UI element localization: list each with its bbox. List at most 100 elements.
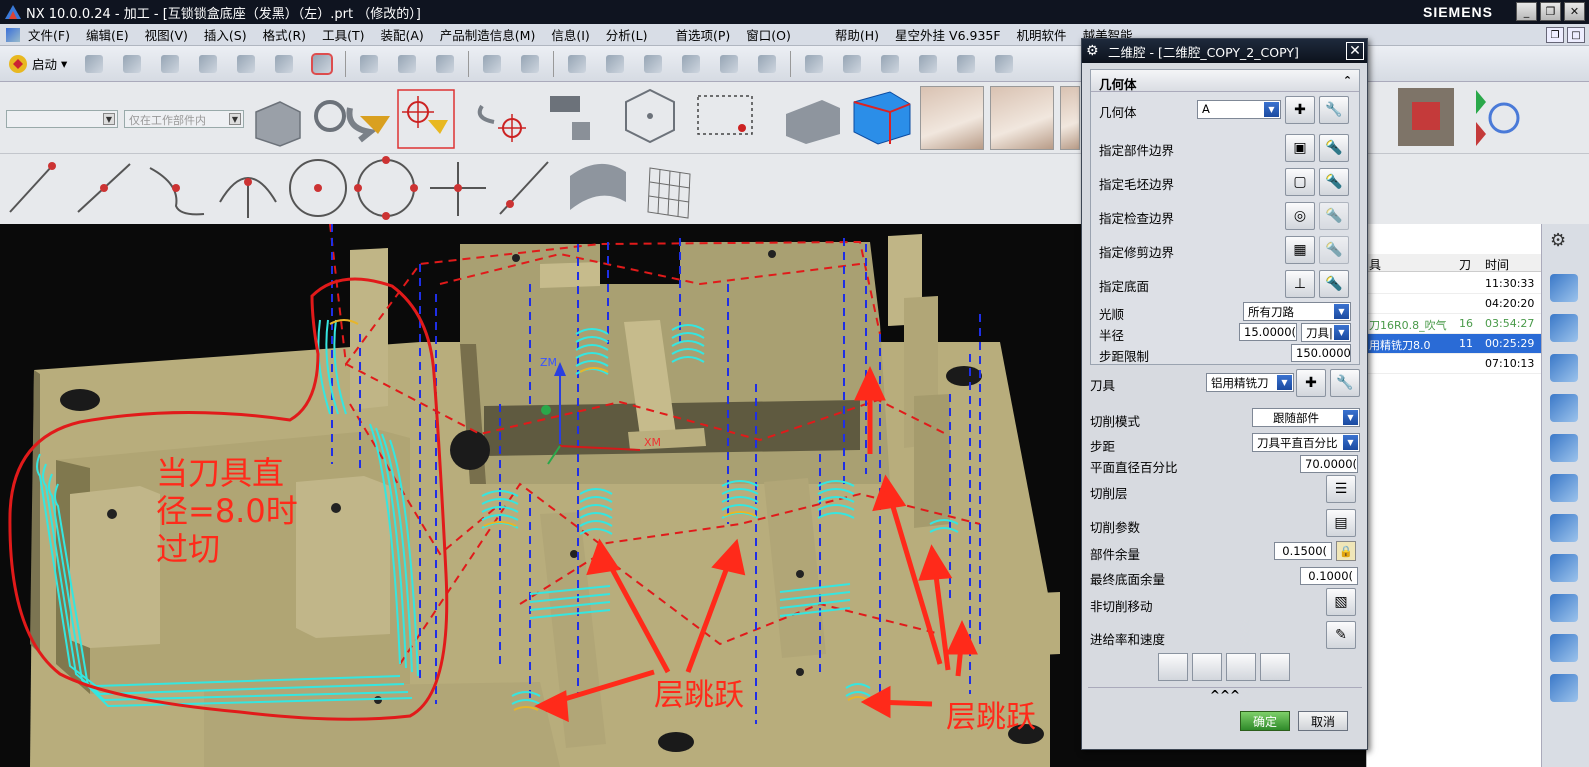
trim-boundary-select-button[interactable]: ▦ <box>1285 236 1315 264</box>
measure-icon[interactable] <box>720 54 739 73</box>
settings-gear-icon[interactable]: ⚙ <box>1550 230 1578 258</box>
type-filter-combo[interactable]: ▼ <box>6 110 118 128</box>
menu-insert[interactable]: 插入(S) <box>196 25 255 44</box>
surface-icon[interactable] <box>995 54 1014 73</box>
menu-help[interactable]: 帮助(H) <box>827 25 887 44</box>
tool-select[interactable]: 铝用精铣刀 ▼ <box>1206 373 1294 392</box>
navigator-row[interactable]: 11:30:33 <box>1367 274 1542 294</box>
ruler-icon[interactable] <box>758 54 777 73</box>
blank-boundary-select-button[interactable]: ▢ <box>1285 168 1315 196</box>
blank-boundary-display-button[interactable]: 🔦 <box>1319 168 1349 196</box>
menu-tools[interactable]: 工具(T) <box>314 25 372 44</box>
cut-pattern-select[interactable]: 跟随部件 ▼ <box>1252 408 1360 427</box>
open-file-icon[interactable] <box>123 54 142 73</box>
navigator-row[interactable]: 04:20:20 <box>1367 294 1542 314</box>
expand-more-button[interactable]: ^^^ <box>1088 687 1362 703</box>
flat-percent-input[interactable]: 70.0000( <box>1300 455 1358 473</box>
stepover-limit-input[interactable]: 150.0000( <box>1291 344 1351 362</box>
menu-pmi[interactable]: 产品制造信息(M) <box>432 25 544 44</box>
part-boundary-display-button[interactable]: 🔦 <box>1319 134 1349 162</box>
non-cut-moves-button[interactable]: ▧ <box>1326 588 1356 616</box>
generate-path-icon[interactable] <box>606 54 625 73</box>
arc-icon[interactable] <box>843 54 862 73</box>
shade-icon[interactable] <box>483 54 502 73</box>
text-icon[interactable] <box>957 54 976 73</box>
line-icon[interactable] <box>805 54 824 73</box>
save-icon[interactable] <box>161 54 180 73</box>
resource-tab-icon[interactable] <box>1550 474 1578 502</box>
spline-icon[interactable] <box>919 54 938 73</box>
lock-icon[interactable]: 🔒 <box>1336 541 1356 561</box>
move-icon[interactable] <box>398 54 417 73</box>
resource-tab-icon[interactable] <box>1550 394 1578 422</box>
redo-icon[interactable] <box>275 54 294 73</box>
resource-tab-icon[interactable] <box>1550 554 1578 582</box>
menu-plugin-jiming[interactable]: 机明软件 <box>1009 25 1075 44</box>
close-window-button[interactable]: ✕ <box>1564 2 1585 21</box>
menu-file[interactable]: 文件(F) <box>20 25 78 44</box>
feeds-speeds-button[interactable]: ✎ <box>1326 621 1356 649</box>
menu-view[interactable]: 视图(V) <box>137 25 196 44</box>
smooth-select[interactable]: 所有刀路 ▼ <box>1243 302 1351 321</box>
doc-maximize-button[interactable]: □ <box>1567 27 1585 43</box>
radius-unit-select[interactable]: 刀具| ▼ <box>1301 323 1351 342</box>
menu-edit[interactable]: 编辑(E) <box>78 25 137 44</box>
maximize-button[interactable]: ❐ <box>1540 2 1561 21</box>
undo-icon[interactable] <box>237 54 256 73</box>
resource-tab-icon[interactable] <box>1550 594 1578 622</box>
navigator-row-selected[interactable]: 用精铣刀8.0 11 00:25:29 <box>1367 334 1542 354</box>
zoom-icon[interactable] <box>436 54 455 73</box>
replay-toolpath-icon[interactable] <box>1192 653 1222 681</box>
close-icon[interactable]: ✕ <box>1346 42 1364 60</box>
menu-information[interactable]: 信息(I) <box>543 25 597 44</box>
verify-toolpath-icon[interactable] <box>1226 653 1256 681</box>
cancel-button[interactable]: 取消 <box>1298 711 1348 731</box>
menu-preferences[interactable]: 首选项(P) <box>668 25 739 44</box>
stepover-select[interactable]: 刀具平直百分比 ▼ <box>1252 433 1360 452</box>
cut-levels-button[interactable]: ☰ <box>1326 475 1356 503</box>
floor-stock-input[interactable]: 0.1000( <box>1300 567 1358 585</box>
trim-boundary-display-button[interactable]: 🔦 <box>1319 236 1349 264</box>
chevron-up-icon[interactable]: ⌃ <box>1340 73 1355 88</box>
cut-params-button[interactable]: ▤ <box>1326 509 1356 537</box>
doc-restore-button[interactable]: ❐ <box>1546 27 1564 43</box>
resource-tab-icon[interactable] <box>1550 634 1578 662</box>
menu-icon[interactable] <box>6 27 20 42</box>
menu-analysis[interactable]: 分析(L) <box>598 25 656 44</box>
radius-input[interactable]: 15.0000( <box>1239 323 1297 341</box>
operation-nav-icon[interactable] <box>568 54 587 73</box>
frame-icon[interactable] <box>521 54 540 73</box>
resource-tab-icon[interactable] <box>1550 354 1578 382</box>
fit-view-icon[interactable] <box>311 52 334 75</box>
geometry-select[interactable]: A ▼ <box>1197 100 1281 119</box>
resource-tab-icon[interactable] <box>1550 274 1578 302</box>
part-boundary-select-button[interactable]: ▣ <box>1285 134 1315 162</box>
check-boundary-display-button[interactable]: 🔦 <box>1319 202 1349 230</box>
menu-assemblies[interactable]: 装配(A) <box>372 25 431 44</box>
new-geometry-button[interactable]: ✚ <box>1285 96 1315 124</box>
generate-toolpath-icon[interactable] <box>1158 653 1188 681</box>
resource-tab-icon[interactable] <box>1550 314 1578 342</box>
menu-format[interactable]: 格式(R) <box>255 25 314 44</box>
verify-icon[interactable] <box>644 54 663 73</box>
minimize-button[interactable]: _ <box>1516 2 1537 21</box>
navigator-row[interactable]: 刀16R0.8_吹气 16 03:54:27 <box>1367 314 1542 334</box>
ok-button[interactable]: 确定 <box>1240 711 1290 731</box>
edit-geometry-button[interactable]: 🔧 <box>1319 96 1349 124</box>
gear-icon[interactable]: ⚙ <box>1086 43 1102 59</box>
resource-tab-icon[interactable] <box>1550 674 1578 702</box>
rectangle-icon[interactable] <box>881 54 900 73</box>
new-file-icon[interactable] <box>85 54 104 73</box>
menu-window[interactable]: 窗口(O) <box>738 25 799 44</box>
floor-display-button[interactable]: 🔦 <box>1319 270 1349 298</box>
menu-plugin-xingkong[interactable]: 星空外挂 V6.935F <box>887 25 1009 44</box>
part-stock-input[interactable]: 0.1500( <box>1274 542 1332 560</box>
start-button[interactable]: 启动 ▾ <box>0 54 75 74</box>
resource-tab-icon[interactable] <box>1550 434 1578 462</box>
new-tool-button[interactable]: ✚ <box>1296 369 1326 397</box>
resource-tab-icon[interactable] <box>1550 514 1578 542</box>
edit-tool-button[interactable]: 🔧 <box>1330 369 1360 397</box>
right-tool-icons[interactable] <box>1368 82 1528 154</box>
scope-filter-combo[interactable]: 仅在工作部件内 ▼ <box>124 110 244 128</box>
list-toolpath-icon[interactable] <box>1260 653 1290 681</box>
